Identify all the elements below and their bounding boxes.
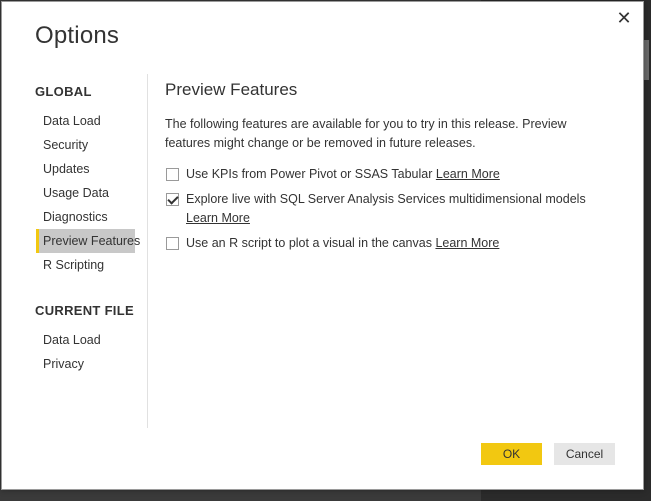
sidebar-item-diagnostics[interactable]: Diagnostics (36, 205, 135, 229)
ok-button[interactable]: OK (481, 443, 542, 465)
section-heading-global: GLOBAL (35, 84, 92, 99)
feature-checkbox-kpis[interactable] (166, 168, 179, 181)
sidebar-item-r-scripting[interactable]: R Scripting (36, 253, 135, 277)
close-icon[interactable]: ✕ (613, 8, 635, 28)
feature-checkbox-r-script[interactable] (166, 237, 179, 250)
sidebar-item-preview-features[interactable]: Preview Features (36, 229, 140, 253)
learn-more-link-r-script[interactable]: Learn More (435, 236, 499, 250)
feature-checkbox-ssas-multidimensional[interactable] (166, 193, 179, 206)
feature-row-r-script: Use an R script to plot a visual in the … (165, 234, 615, 253)
page-title: Preview Features (165, 80, 298, 99)
feature-text-r-script: Use an R script to plot a visual in the … (186, 234, 499, 253)
section-heading-current-file: CURRENT FILE (35, 303, 134, 318)
feature-label-ssas-multidimensional: Explore live with SQL Server Analysis Se… (186, 192, 586, 206)
feature-row-kpis: Use KPIs from Power Pivot or SSAS Tabula… (165, 165, 615, 184)
preview-features-panel: Preview Features The following features … (165, 80, 615, 259)
options-sidebar: GLOBAL Data Load Security Updates Usage … (35, 74, 148, 428)
description-text: The following features are available for… (165, 117, 567, 150)
sidebar-item-file-data-load[interactable]: Data Load (36, 328, 135, 352)
learn-more-link-kpis[interactable]: Learn More (436, 167, 500, 181)
sidebar-item-privacy[interactable]: Privacy (36, 352, 135, 376)
sidebar-item-data-load[interactable]: Data Load (36, 109, 135, 133)
feature-row-ssas-multidimensional: Explore live with SQL Server Analysis Se… (165, 190, 615, 228)
sidebar-item-security[interactable]: Security (36, 133, 135, 157)
dialog-title: Options (35, 22, 120, 49)
learn-more-link-ssas-multidimensional[interactable]: Learn More (186, 211, 250, 225)
cancel-button[interactable]: Cancel (554, 443, 615, 465)
feature-label-r-script: Use an R script to plot a visual in the … (186, 236, 432, 250)
options-dialog: Options ✕ GLOBAL Data Load Security Upda… (1, 1, 644, 490)
feature-text-kpis: Use KPIs from Power Pivot or SSAS Tabula… (186, 165, 500, 184)
sidebar-item-updates[interactable]: Updates (36, 157, 135, 181)
feature-label-kpis: Use KPIs from Power Pivot or SSAS Tabula… (186, 167, 433, 181)
sidebar-item-usage-data[interactable]: Usage Data (36, 181, 135, 205)
feature-text-ssas-multidimensional: Explore live with SQL Server Analysis Se… (186, 190, 586, 228)
